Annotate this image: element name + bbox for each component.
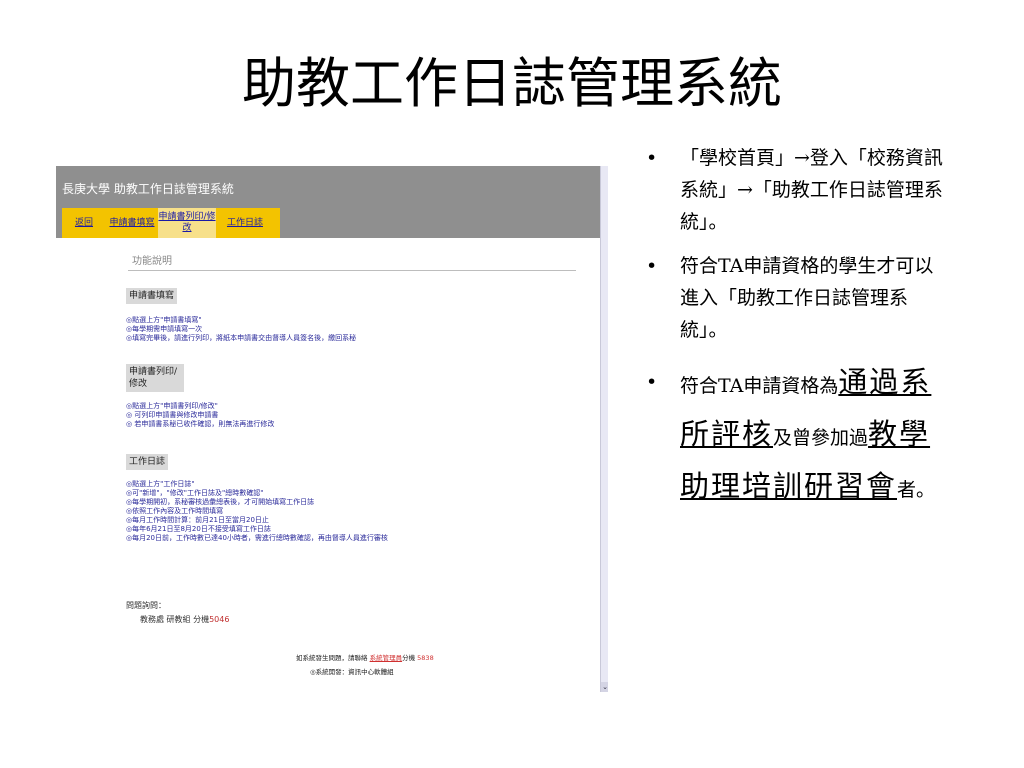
section-line: ◎點選上方"申請書填寫" [126, 316, 202, 324]
nav-back-link[interactable]: 返回 [62, 218, 106, 229]
section-line: ◎填寫完畢後，請進行列印，將紙本申請書交由督導人員簽名後，繳回系秘 [126, 334, 357, 342]
system-screenshot: 長庚大學 助教工作日誌管理系統 返回 申請書填寫 申請書列印/修改 工作日誌 功… [56, 166, 608, 692]
section-line: ◎點選上方"工作日誌" [126, 480, 195, 488]
site-header: 長庚大學 助教工作日誌管理系統 [56, 166, 600, 208]
section-line: ◎ 可列印申請書與修改申請書 [126, 411, 219, 419]
screenshot-body: 功能說明 申請書填寫 ◎點選上方"申請書填寫" ◎每學期需申請填寫一次 ◎填寫完… [56, 238, 600, 692]
nav-work-log-link[interactable]: 工作日誌 [216, 218, 274, 229]
bullet-requirements: 符合TA申請資格為通過系所評核及曾參加過教學助理培訓研習會者。 [644, 358, 944, 514]
section-line: ◎每年6月21日至8月20日不接受填寫工作日誌 [126, 525, 271, 533]
section-line: ◎點選上方"申請書列印/修改" [126, 402, 218, 410]
section-heading-apply-print: 申請書列印/修改 [126, 364, 184, 392]
bullet-eligibility: 符合TA申請資格的學生才可以進入「助教工作日誌管理系統」。 [644, 250, 944, 346]
nav-apply-fill-link[interactable]: 申請書填寫 [106, 218, 158, 229]
section-heading-apply-fill: 申請書填寫 [126, 288, 178, 304]
section-line: ◎每學期開初，系秘審核過彙總表後，才可開始填寫工作日誌 [126, 498, 315, 506]
divider [128, 270, 576, 271]
contact-label: 問題詢問： [126, 601, 166, 610]
section-line: ◎每月20日前，工作時數已達40小時者，需進行總時數確認，再由督導人員進行審核 [126, 534, 388, 542]
scroll-down-icon[interactable]: ⌄ [601, 682, 608, 692]
bullet-text: 及曾參加過 [773, 427, 869, 449]
bullet-text: 者。 [897, 479, 936, 501]
bullet-text: 「學校首頁」→登入「校務資訊系統」→「助教工作日誌管理系統」。 [680, 147, 943, 233]
function-description-title: 功能說明 [132, 256, 172, 267]
contact-info: 教務處 研教組 分機5046 [140, 614, 229, 626]
footer-dev-line: ◎系統開發：資訊中心軟體組 [310, 668, 394, 676]
admin-link[interactable]: 系統管理員 [370, 654, 403, 662]
site-title: 長庚大學 助教工作日誌管理系統 [62, 182, 234, 196]
section-heading-work-log: 工作日誌 [126, 454, 169, 470]
contact-ext: 5046 [209, 615, 230, 624]
section-line: ◎依照工作內容及工作時間填寫 [126, 507, 224, 515]
footer-admin-line: 如系統發生問題，請聯絡 系統管理員分機 5838 [296, 654, 434, 663]
section-line: ◎每學期需申請填寫一次 [126, 325, 203, 333]
nav-tabs: 返回 申請書填寫 申請書列印/修改 工作日誌 [62, 208, 280, 238]
section-line: ◎ 若申請書系秘已收件確認，則無法再進行修改 [126, 420, 275, 428]
footer-ext-label: 分機 [402, 654, 416, 662]
bullet-list: 「學校首頁」→登入「校務資訊系統」→「助教工作日誌管理系統」。 符合TA申請資格… [644, 142, 944, 526]
bullet-login-path: 「學校首頁」→登入「校務資訊系統」→「助教工作日誌管理系統」。 [644, 142, 944, 238]
section-line: ◎每月工作時間計算：前月21日至當月20日止 [126, 516, 269, 524]
slide-title: 助教工作日誌管理系統 [242, 52, 782, 115]
footer-prefix: 如系統發生問題，請聯絡 [296, 654, 368, 662]
nav-bar: 返回 申請書填寫 申請書列印/修改 工作日誌 [56, 208, 600, 238]
contact-office: 教務處 研教組 分機 [140, 615, 210, 624]
nav-apply-print-edit-link[interactable]: 申請書列印/修改 [158, 208, 216, 238]
scrollbar[interactable]: ⌄ [600, 166, 608, 692]
footer-ext: 5838 [417, 654, 434, 662]
bullet-text: 符合TA申請資格的學生才可以進入「助教工作日誌管理系統」。 [680, 255, 934, 341]
bullet-text: 符合TA申請資格為 [680, 375, 839, 397]
section-line: ◎可"新增"，"修改"工作日誌及"總時數確認" [126, 489, 264, 497]
